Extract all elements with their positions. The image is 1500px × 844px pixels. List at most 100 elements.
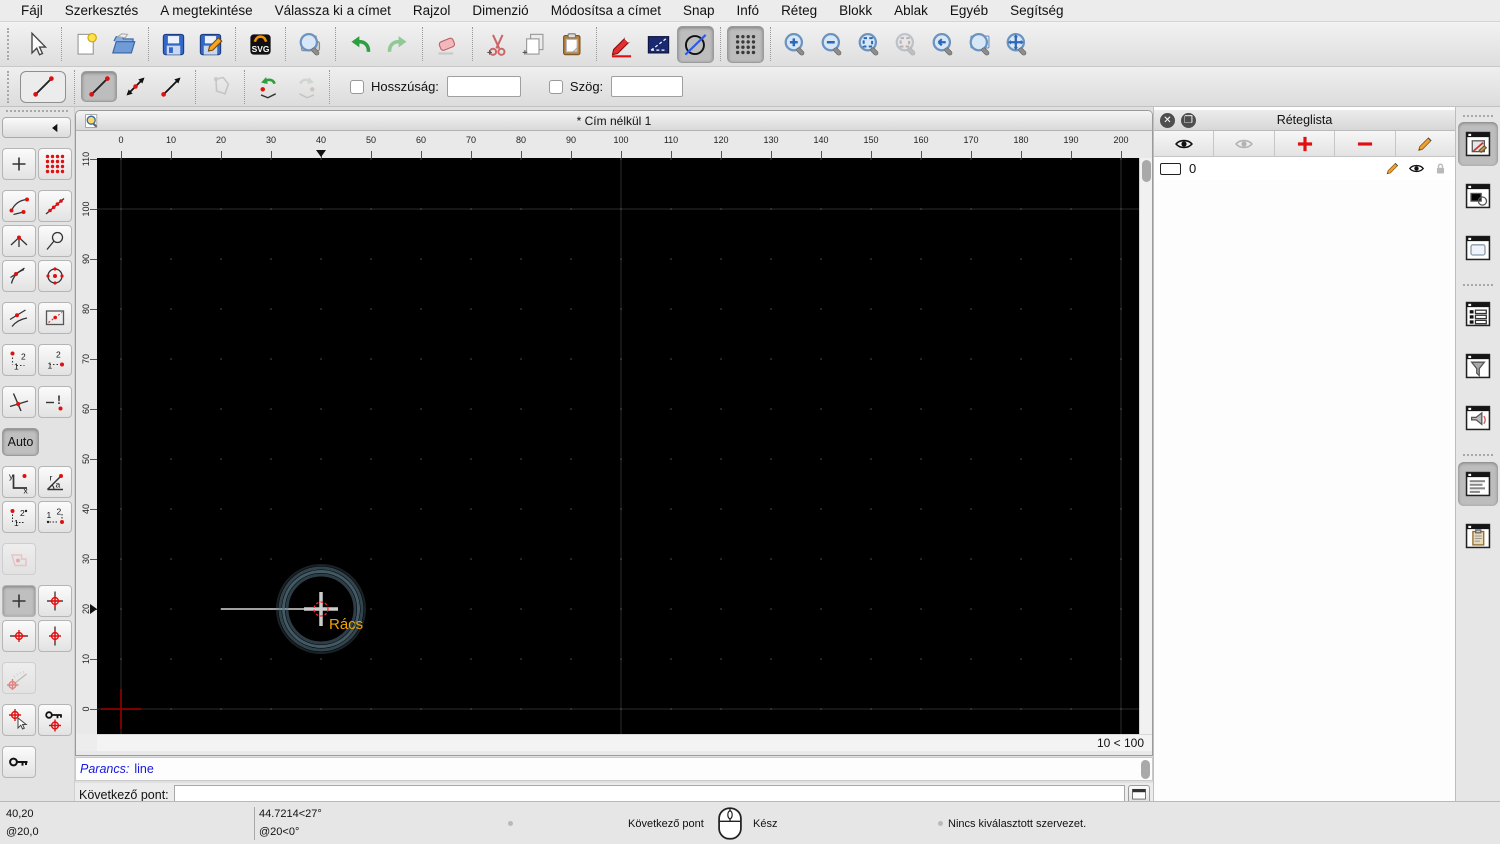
drawing-window-titlebar[interactable]: * Cím nélkül 1 <box>76 111 1152 131</box>
dock-close-button[interactable]: ✕ <box>1160 113 1175 128</box>
coords-polar[interactable]: ra <box>38 466 72 498</box>
dock-float-button[interactable]: ❐ <box>1181 113 1196 128</box>
snap-distance-1[interactable]: 12 <box>2 344 36 376</box>
cut-button[interactable] <box>479 26 516 63</box>
line-segments-button[interactable] <box>81 71 117 102</box>
vertical-scrollbar[interactable] <box>1139 158 1152 734</box>
new-document-button[interactable] <box>68 26 105 63</box>
menu-item-4[interactable]: Rajzol <box>402 0 462 22</box>
angle-input[interactable] <box>611 76 683 97</box>
snap-perpendicular[interactable] <box>2 225 36 257</box>
menu-item-7[interactable]: Snap <box>672 0 726 22</box>
lock-relative-zero[interactable] <box>38 704 72 736</box>
sidebar-drag-handle[interactable] <box>6 110 68 115</box>
coords-cartesian[interactable]: yx <box>2 466 36 498</box>
zoom-out-button[interactable] <box>814 26 851 63</box>
vertical-scrollbar-thumb[interactable] <box>1142 160 1151 182</box>
dock-selection-filter-toggle[interactable] <box>1458 344 1498 388</box>
snap-intersection[interactable] <box>2 386 36 418</box>
print-preview-button[interactable] <box>292 26 329 63</box>
snap-free[interactable] <box>2 148 36 180</box>
paste-button[interactable] <box>553 26 590 63</box>
restrict-orthogonal[interactable] <box>38 585 72 617</box>
zoom-window-button[interactable] <box>962 26 999 63</box>
dock-view-toggle[interactable] <box>1458 226 1498 270</box>
redo-point-button[interactable] <box>287 71 323 102</box>
zoom-auto-button[interactable] <box>851 26 888 63</box>
dock-command-line-toggle[interactable] <box>1458 462 1498 506</box>
menu-item-1[interactable]: Szerkesztés <box>54 0 150 22</box>
menu-item-9[interactable]: Réteg <box>770 0 828 22</box>
command-history-scrollbar[interactable] <box>1141 760 1150 779</box>
selection-box-button[interactable] <box>640 26 677 63</box>
zoom-in-button[interactable] <box>777 26 814 63</box>
pan-button[interactable] <box>999 26 1036 63</box>
angle-checkbox[interactable] <box>549 80 563 94</box>
delete-button[interactable] <box>429 26 466 63</box>
drawing-canvas[interactable]: Rács <box>97 158 1141 734</box>
restrict-vertical[interactable] <box>38 620 72 652</box>
snap-reference[interactable] <box>38 225 72 257</box>
snap-center[interactable] <box>38 260 72 292</box>
edit-layer-button[interactable] <box>1396 131 1455 156</box>
undo-button[interactable] <box>342 26 379 63</box>
snap-on-entity[interactable] <box>38 190 72 222</box>
snap-endpoints[interactable] <box>2 190 36 222</box>
menu-item-5[interactable]: Dimenzió <box>461 0 539 22</box>
snap-nearest[interactable] <box>2 302 36 334</box>
remove-layer-button[interactable] <box>1335 131 1395 156</box>
toolbar-drag-handle[interactable] <box>7 28 15 60</box>
menu-item-2[interactable]: A megtekintése <box>149 0 263 22</box>
restrict-nothing[interactable] <box>2 585 36 617</box>
draft-mode-toggle[interactable] <box>677 26 714 63</box>
dock-layer-list-toggle[interactable] <box>1458 122 1498 166</box>
hide-all-layers-button[interactable] <box>1214 131 1274 156</box>
open-file-button[interactable] <box>105 26 142 63</box>
layer-visibility-checkbox[interactable] <box>1160 163 1181 175</box>
snap-auto-button[interactable]: Auto <box>2 428 39 456</box>
dock-block-list-toggle[interactable] <box>1458 174 1498 218</box>
menu-item-6[interactable]: Módosítsa a címet <box>540 0 672 22</box>
sidebar-collapse-button[interactable] <box>2 117 71 138</box>
snap-angle[interactable] <box>2 662 36 694</box>
line-ray-button[interactable] <box>153 71 189 102</box>
toolbar-drag-handle[interactable] <box>7 71 15 103</box>
save-button[interactable] <box>155 26 192 63</box>
restrict-horizontal[interactable] <box>2 620 36 652</box>
pick-relative-zero[interactable] <box>2 704 36 736</box>
dock-property-editor-toggle[interactable] <box>1458 292 1498 336</box>
pen-button[interactable] <box>603 26 640 63</box>
redo-button[interactable] <box>379 26 416 63</box>
add-layer-button[interactable] <box>1275 131 1335 156</box>
length-checkbox[interactable] <box>350 80 364 94</box>
menu-item-3[interactable]: Válassza ki a címet <box>264 0 402 22</box>
zoom-selection-button[interactable] <box>888 26 925 63</box>
snap-grid[interactable] <box>38 148 72 180</box>
export-svg-button[interactable]: SVG <box>242 26 279 63</box>
snap-distance-2[interactable]: 12 <box>38 344 72 376</box>
line-angle-button[interactable] <box>117 71 153 102</box>
snap-shape[interactable] <box>2 543 36 575</box>
snap-intersection-manual[interactable]: ! <box>38 386 72 418</box>
menu-item-12[interactable]: Egyéb <box>939 0 999 22</box>
menu-item-10[interactable]: Blokk <box>828 0 883 22</box>
length-input[interactable] <box>447 76 521 97</box>
undo-point-button[interactable] <box>251 71 287 102</box>
save-as-button[interactable] <box>192 26 229 63</box>
polygon-button[interactable] <box>202 71 238 102</box>
relative-point-1[interactable]: 12 <box>2 501 36 533</box>
menu-item-13[interactable]: Segítség <box>999 0 1074 22</box>
relative-point-2[interactable]: 12 <box>38 501 72 533</box>
pointer-button[interactable] <box>18 26 55 63</box>
layer-row[interactable]: 0 <box>1154 157 1455 180</box>
strip-drag-handle[interactable] <box>1463 115 1493 120</box>
grid-toggle[interactable] <box>727 26 764 63</box>
snap-tangent[interactable] <box>2 260 36 292</box>
set-relative-zero[interactable] <box>2 746 36 778</box>
menu-item-11[interactable]: Ablak <box>883 0 939 22</box>
show-all-layers-button[interactable] <box>1154 131 1214 156</box>
menu-item-8[interactable]: Infó <box>726 0 771 22</box>
snap-window[interactable] <box>38 302 72 334</box>
dock-report-toggle[interactable] <box>1458 514 1498 558</box>
copy-button[interactable] <box>516 26 553 63</box>
